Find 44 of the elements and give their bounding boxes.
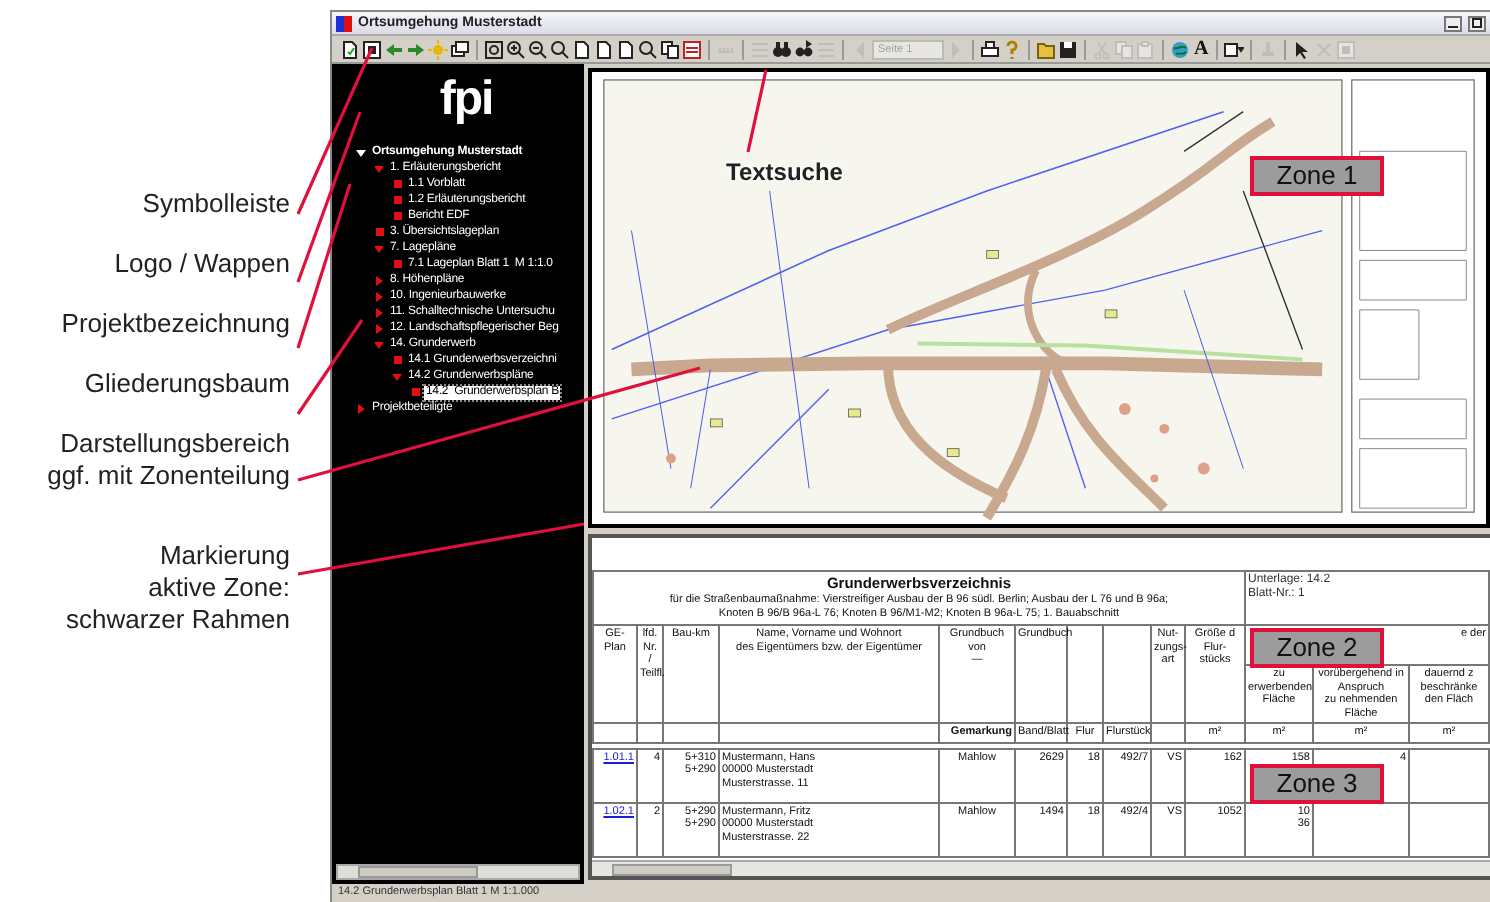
layers-icon[interactable] bbox=[682, 39, 702, 59]
annotation-label: Gliederungsbaum bbox=[84, 368, 290, 400]
zoom-out-icon[interactable] bbox=[528, 39, 548, 59]
scrollbar[interactable] bbox=[592, 860, 1490, 876]
app-icon bbox=[336, 15, 352, 31]
magnifier-icon[interactable] bbox=[550, 39, 570, 59]
maximize-button[interactable] bbox=[1468, 15, 1486, 31]
magnifier-icon[interactable] bbox=[638, 39, 658, 59]
annotation-label: Markierung aktive Zone: schwarzer Rahmen bbox=[66, 540, 290, 636]
zone-label: Zone 1 bbox=[1250, 156, 1384, 196]
document-marker-icon bbox=[412, 388, 420, 396]
frame-icon[interactable] bbox=[362, 39, 382, 59]
printer-icon[interactable] bbox=[980, 39, 1000, 59]
logo: fpi bbox=[439, 76, 493, 124]
scrollbar[interactable] bbox=[336, 864, 580, 880]
annotation-label: Symbolleiste bbox=[142, 188, 290, 220]
zoom-fit-icon[interactable] bbox=[484, 39, 504, 59]
annotation-label: Projektbezeichnung bbox=[61, 308, 290, 340]
zone-label: Zone 3 bbox=[1250, 764, 1384, 804]
binoculars-icon[interactable] bbox=[772, 39, 792, 59]
annotation-label: Logo / Wappen bbox=[114, 248, 290, 280]
document-marker-icon bbox=[394, 180, 402, 188]
document-marker-icon bbox=[394, 260, 402, 268]
maximize-icon bbox=[1472, 18, 1482, 28]
zone-label: Zone 2 bbox=[1250, 628, 1384, 668]
expand-arrow-icon[interactable] bbox=[356, 147, 366, 157]
binoculars-arrow-icon[interactable] bbox=[794, 39, 814, 59]
document-marker-icon bbox=[394, 356, 402, 364]
document-marker-icon bbox=[394, 212, 402, 220]
arrow-right-icon[interactable] bbox=[406, 39, 426, 59]
copy-icon[interactable] bbox=[660, 39, 680, 59]
document-marker-icon bbox=[394, 196, 402, 204]
zoom-in-icon[interactable] bbox=[506, 39, 526, 59]
annotation-label: Darstellungsbereich ggf. mit Zonenteilung bbox=[47, 428, 290, 492]
minimize-button[interactable] bbox=[1444, 15, 1462, 31]
leader-line bbox=[746, 69, 768, 153]
pointer-icon[interactable] bbox=[1292, 39, 1313, 59]
globe-icon[interactable] bbox=[1170, 39, 1190, 59]
text-tool-button[interactable]: A bbox=[1192, 38, 1211, 60]
windows-icon[interactable] bbox=[450, 39, 470, 59]
rectangle-dropdown-icon[interactable] bbox=[1224, 39, 1245, 59]
document-icon[interactable] bbox=[340, 39, 360, 59]
callout-label: Textsuche bbox=[726, 158, 843, 186]
document-marker-icon bbox=[376, 228, 384, 236]
